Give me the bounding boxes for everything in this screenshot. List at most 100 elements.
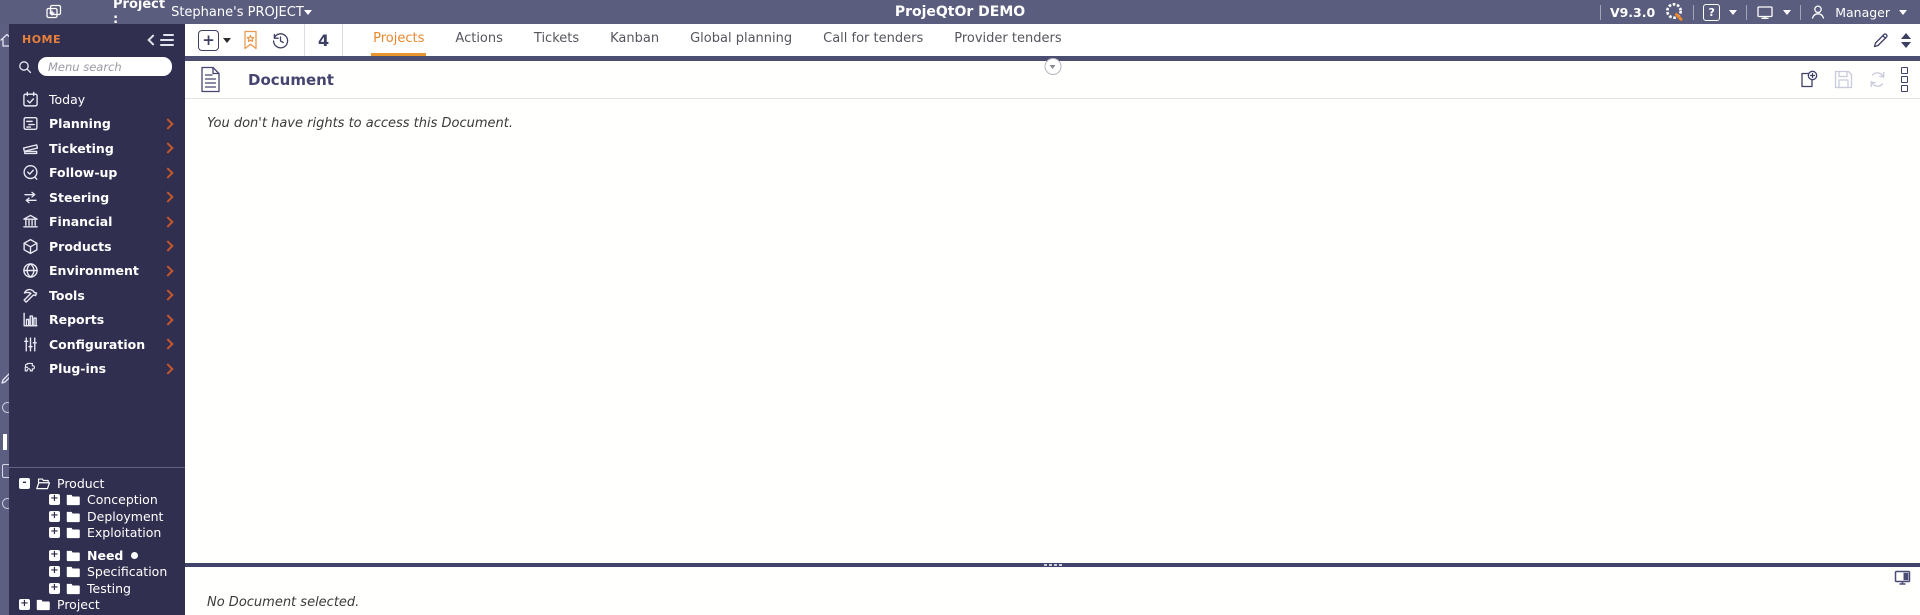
- no-selection-message: No Document selected.: [207, 595, 360, 610]
- sidebar-item-ticketing[interactable]: Ticketing: [9, 136, 185, 161]
- chevron-down-icon[interactable]: [1783, 9, 1792, 15]
- steering-icon: [22, 189, 39, 206]
- bookmark-icon[interactable]: [240, 30, 261, 51]
- add-document-icon[interactable]: [1798, 69, 1820, 91]
- tree-expander[interactable]: +: [49, 527, 60, 539]
- sidebar-item-follow-up[interactable]: Follow-up: [9, 161, 185, 186]
- left-edge-strip: [0, 24, 9, 615]
- toolbar: + 4 Projects Actions Tickets Kanban Global p…: [185, 24, 1920, 56]
- panel-title: Document: [248, 70, 334, 89]
- divider: [1693, 4, 1695, 20]
- tree-node-specification[interactable]: + Specification: [9, 564, 181, 581]
- chevron-down-icon[interactable]: [1899, 9, 1907, 15]
- divider: [1746, 4, 1748, 20]
- version-label: V9.3.0: [1609, 4, 1656, 20]
- chevron-right-icon: [162, 118, 174, 130]
- chevron-right-icon: [162, 314, 174, 326]
- tree-expander[interactable]: +: [49, 582, 60, 594]
- divider: [185, 98, 1920, 99]
- fullscreen-icon[interactable]: [1894, 570, 1912, 586]
- kebab-menu-icon[interactable]: [1901, 67, 1908, 92]
- tab-global-planning[interactable]: Global planning: [688, 24, 794, 56]
- pen-icon: [0, 370, 9, 389]
- sidebar-item-reports[interactable]: Reports: [9, 308, 185, 333]
- chevron-right-icon: [162, 338, 174, 350]
- document-tree: - Product + Conception + Deployment + Ex…: [9, 468, 185, 615]
- tree-node-testing[interactable]: + Testing: [9, 580, 181, 597]
- sidebar-item-steering[interactable]: Steering: [9, 185, 185, 210]
- sidebar-item-products[interactable]: Products: [9, 234, 185, 259]
- projeqtor-logo-icon[interactable]: [1664, 2, 1684, 22]
- tab-projects[interactable]: Projects: [371, 24, 427, 56]
- tools-icon: [22, 287, 39, 304]
- user-menu[interactable]: Manager: [1835, 5, 1890, 20]
- planning-icon: [22, 115, 39, 132]
- tab-actions[interactable]: Actions: [453, 24, 505, 56]
- tree-node-deployment[interactable]: + Deployment: [9, 508, 181, 525]
- sort-arrows-icon[interactable]: [1901, 32, 1911, 48]
- history-icon[interactable]: [270, 30, 291, 51]
- project-selector[interactable]: Project : Stephane's PROJECT: [113, 0, 312, 27]
- tab-bar: Projects Actions Tickets Kanban Global plann…: [371, 24, 1063, 56]
- tab-call-for-tenders[interactable]: Call for tenders: [821, 24, 925, 56]
- sidebar: HOME Today: [9, 24, 185, 615]
- sidebar-item-financial[interactable]: Financial: [9, 210, 185, 235]
- pencil-icon[interactable]: [1872, 31, 1890, 49]
- sidebar-item-today[interactable]: Today: [9, 87, 185, 112]
- chevron-down-icon[interactable]: [1729, 9, 1738, 15]
- chevron-right-icon: [162, 363, 174, 375]
- folder-icon: [65, 526, 81, 539]
- user-icon[interactable]: [1810, 4, 1826, 20]
- home-icon: [0, 32, 9, 51]
- sidebar-item-environment[interactable]: Environment: [9, 259, 185, 284]
- content-top-border: [185, 56, 1920, 75]
- screen-icon[interactable]: [1756, 5, 1774, 20]
- ticketing-icon: [22, 140, 39, 157]
- cursor-fragment: [3, 434, 7, 450]
- help-icon[interactable]: ?: [1703, 3, 1721, 21]
- sidebar-menu: Today Planning Ticketing Follow-up Steer…: [9, 87, 185, 381]
- windows-icon[interactable]: [45, 4, 63, 20]
- clipboard-icon: [2, 464, 9, 478]
- tree-expander[interactable]: +: [49, 510, 60, 522]
- chevron-down-icon[interactable]: [303, 9, 312, 15]
- folder-icon: [65, 510, 81, 523]
- chevron-right-icon: [162, 191, 174, 203]
- tree-node-product[interactable]: - Product: [9, 475, 181, 492]
- app-window: Project : Stephane's PROJECT ProjeQtOr D…: [0, 0, 1920, 615]
- collapse-content-icon[interactable]: [1044, 58, 1061, 75]
- chevron-right-icon: [162, 265, 174, 277]
- project-label: Project :: [113, 0, 166, 27]
- tree-node-need[interactable]: + Need: [9, 547, 181, 564]
- home-label: HOME: [22, 33, 62, 46]
- folder-icon: [35, 598, 51, 611]
- add-button[interactable]: +: [198, 29, 219, 51]
- environment-icon: [22, 262, 39, 279]
- folder-open-icon: [35, 477, 51, 490]
- tree-node-exploitation[interactable]: + Exploitation: [9, 525, 181, 542]
- tree-expander[interactable]: +: [49, 494, 60, 506]
- tree-expander[interactable]: +: [49, 566, 60, 578]
- circle-icon: [2, 402, 9, 413]
- chevron-right-icon: [162, 240, 174, 252]
- tab-kanban[interactable]: Kanban: [608, 24, 661, 56]
- sidebar-item-plug-ins[interactable]: Plug-ins: [9, 357, 185, 382]
- chevron-right-icon: [162, 167, 174, 179]
- tree-node-conception[interactable]: + Conception: [9, 492, 181, 509]
- sidebar-item-configuration[interactable]: Configuration: [9, 332, 185, 357]
- sidebar-item-planning[interactable]: Planning: [9, 112, 185, 137]
- selected-count: 4: [318, 30, 330, 50]
- chevron-down-icon[interactable]: [223, 37, 231, 43]
- tree-node-project[interactable]: + Project: [9, 597, 181, 614]
- tab-tickets[interactable]: Tickets: [532, 24, 581, 56]
- menu-search-input[interactable]: [38, 57, 172, 76]
- project-value: Stephane's PROJECT: [171, 4, 304, 20]
- tree-expander[interactable]: +: [49, 549, 60, 561]
- collapse-sidebar-icon[interactable]: [147, 33, 174, 46]
- tree-expander[interactable]: -: [19, 477, 30, 489]
- tree-expander[interactable]: +: [19, 599, 30, 611]
- sidebar-item-tools[interactable]: Tools: [9, 283, 185, 308]
- splitter-handle-icon[interactable]: [1043, 563, 1062, 566]
- tab-provider-tenders[interactable]: Provider tenders: [952, 24, 1063, 56]
- chevron-right-icon: [162, 289, 174, 301]
